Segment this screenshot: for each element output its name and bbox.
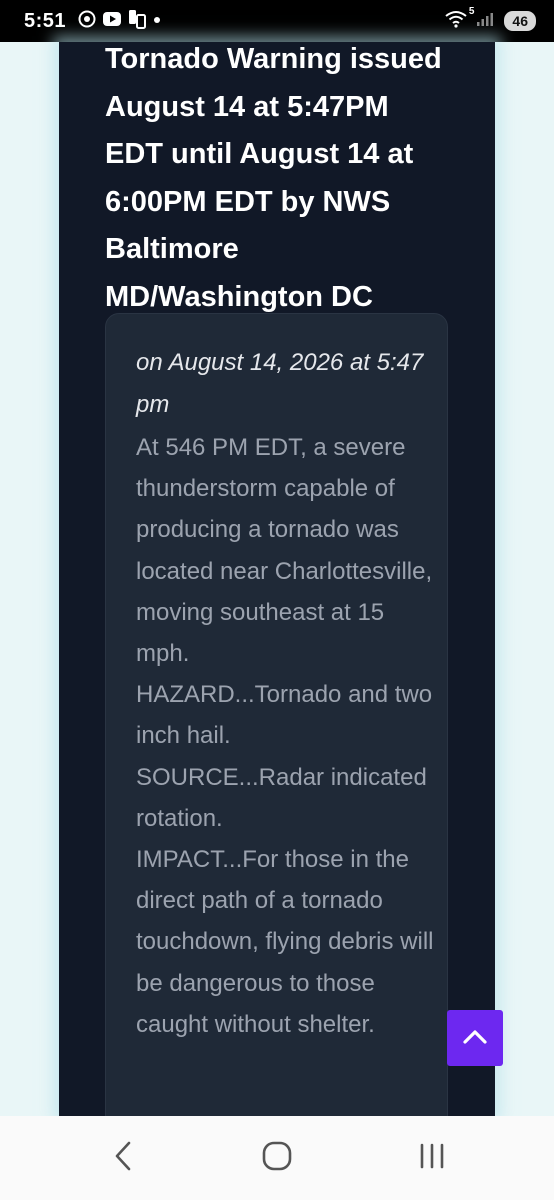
status-time: 5:51 bbox=[24, 9, 67, 32]
back-chevron-icon bbox=[113, 1140, 133, 1177]
recent-apps-icon bbox=[417, 1142, 447, 1175]
chrome-icon bbox=[78, 10, 96, 33]
battery-indicator: 46 bbox=[504, 11, 536, 31]
navigation-bar bbox=[0, 1116, 554, 1200]
alert-panel: Tornado Warning issued August 14 at 5:47… bbox=[59, 42, 495, 1116]
wifi-icon: 5 bbox=[444, 6, 474, 33]
alert-body: At 546 PM EDT, a severe thunderstorm cap… bbox=[136, 427, 436, 1045]
network-type-label: 5 bbox=[468, 5, 475, 17]
notification-icons bbox=[78, 9, 162, 34]
chevron-up-icon bbox=[462, 1027, 488, 1050]
alert-card: on August 14, 2026 at 5:47 pm At 546 PM … bbox=[105, 313, 448, 1116]
signal-icon bbox=[476, 11, 496, 32]
status-bar: 5:51 5 46 bbox=[0, 0, 554, 42]
alert-body-line: SOURCE...Radar indicated rotation. bbox=[136, 763, 427, 832]
scroll-to-top-button[interactable] bbox=[447, 1010, 503, 1066]
home-icon bbox=[261, 1140, 293, 1177]
alert-body-line: HAZARD...Tornado and two inch hail. bbox=[136, 681, 433, 750]
recent-apps-button[interactable] bbox=[412, 1138, 452, 1178]
alert-title: Tornado Warning issued August 14 at 5:47… bbox=[105, 43, 442, 313]
more-notifications-dot-icon bbox=[152, 12, 162, 30]
home-button[interactable] bbox=[257, 1138, 297, 1178]
app-notification-icon bbox=[128, 9, 147, 34]
alert-body-line: At 546 PM EDT, a severe thunderstorm cap… bbox=[136, 434, 433, 668]
system-icons: 5 46 bbox=[444, 6, 536, 33]
youtube-icon bbox=[102, 11, 122, 32]
alert-body-line: IMPACT...For those in the direct path of… bbox=[136, 846, 434, 1038]
back-button[interactable] bbox=[103, 1138, 143, 1178]
alert-date: on August 14, 2026 at 5:47 pm bbox=[136, 349, 424, 418]
